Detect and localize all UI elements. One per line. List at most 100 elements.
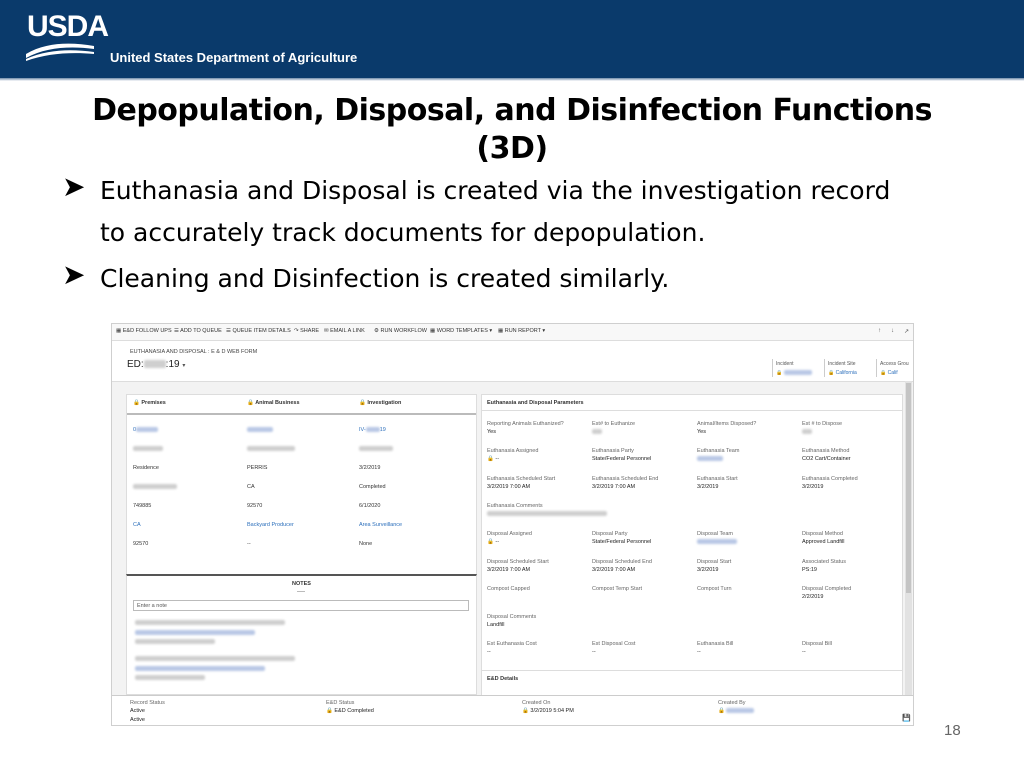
usda-logo: USDA	[27, 10, 109, 43]
save-icon[interactable]: 💾	[902, 714, 911, 722]
vertical-scrollbar[interactable]	[905, 381, 912, 695]
word-templates-button[interactable]: ▦ WORD TEMPLATES ▾	[430, 328, 492, 334]
form-selector-icon[interactable]: ▾	[182, 363, 185, 369]
slide-title-line-2: (3D)	[476, 131, 548, 166]
euthanasia-method-value[interactable]: CO2 Cart/Container	[802, 455, 851, 463]
investigation-id-link[interactable]: IV- 19	[359, 427, 386, 433]
record-id: ED::19 ▾	[127, 359, 186, 370]
run-workflow-button[interactable]: ⚙ RUN WORKFLOW	[374, 328, 427, 334]
command-toolbar: ▦ E&D FOLLOW UPS ☰ ADD TO QUEUE ☰ QUEUE …	[112, 324, 913, 341]
premises-column-header: 🔒 Premises	[133, 400, 166, 406]
record-status-extra: Active	[130, 717, 145, 723]
investigation-date: 3/2/2019	[359, 465, 381, 471]
euthanasia-bill-value[interactable]: --	[697, 648, 701, 656]
add-to-queue-button[interactable]: ☰ ADD TO QUEUE	[174, 328, 222, 334]
euthanasia-comments-value[interactable]	[487, 510, 607, 518]
share-button[interactable]: ↷ SHARE	[294, 328, 319, 334]
investigation-column-header: 🔒 Investigation	[359, 400, 402, 406]
premises-panel: 🔒 Premises 🔒 Animal Business 🔒 Investiga…	[126, 394, 477, 576]
est-euthanasia-cost-value[interactable]: --	[487, 648, 491, 656]
investigation-other: None	[359, 541, 373, 547]
disposal-start-value[interactable]: 3/2/2019	[697, 566, 718, 574]
investigation-status: Completed	[359, 484, 386, 490]
status-footer: Record Status Active Active E&D Status 🔒…	[112, 695, 913, 725]
euthanasia-start-value[interactable]: 3/2/2019	[697, 483, 718, 491]
disposal-method-value[interactable]: Approved Landfill	[802, 538, 845, 546]
usda-banner: USDA United States Department of Agricul…	[0, 0, 1024, 78]
euthanasia-scheduled-end-value[interactable]: 3/2/2019 7:00 AM	[592, 483, 635, 491]
euthanasia-assigned-value[interactable]: 🔒 --	[487, 455, 499, 463]
premises-id-link[interactable]: 0	[133, 427, 159, 433]
form-header: EUTHANASIA AND DISPOSAL : E & D WEB FORM…	[112, 341, 913, 382]
arrow-bullet-icon: ➤	[62, 170, 86, 203]
parameters-panel: Euthanasia and Disposal Parameters Repor…	[481, 394, 903, 675]
est-to-euthanize-value[interactable]	[592, 428, 602, 436]
queue-item-details-button[interactable]: ☰ QUEUE ITEM DETAILS	[226, 328, 291, 334]
note-input[interactable]: Enter a note	[133, 600, 469, 611]
business-city: PERRIS	[247, 465, 268, 471]
created-on-value: 🔒 3/2/2019 5:04 PM	[522, 708, 574, 714]
business-other: --	[247, 541, 251, 547]
est-to-dispose-value[interactable]	[802, 428, 812, 436]
ed-details-title: E&D Details	[487, 676, 519, 682]
created-by-value: 🔒	[718, 707, 755, 715]
disposal-comments-value[interactable]: Landfill	[487, 621, 504, 629]
header-field-incident-site: Incident Site 🔒 California	[828, 361, 857, 376]
page-number: 18	[944, 722, 961, 739]
form-type-label: EUTHANASIA AND DISPOSAL : E & D WEB FORM	[130, 349, 258, 355]
usda-logo-swoosh-icon	[26, 43, 94, 61]
banner-divider	[0, 78, 1024, 81]
business-zip: 92570	[247, 503, 263, 509]
scrollbar-thumb[interactable]	[906, 383, 911, 593]
run-report-button[interactable]: ▦ RUN REPORT ▾	[498, 328, 545, 334]
disposal-party-value[interactable]: State/Federal Personnel	[592, 538, 651, 546]
email-link-button[interactable]: ✉ EMAIL A LINK	[324, 328, 365, 334]
euthanasia-scheduled-start-value[interactable]: 3/2/2019 7:00 AM	[487, 483, 530, 491]
business-type[interactable]: Backyard Producer	[247, 522, 294, 528]
arrow-bullet-icon: ➤	[62, 258, 86, 291]
previous-record-icon[interactable]: ↑	[878, 328, 881, 334]
department-name: United States Department of Agriculture	[110, 50, 358, 65]
investigation-date-2: 6/1/2020	[359, 503, 381, 509]
associated-status-link[interactable]: PS:19	[802, 566, 817, 574]
disposal-team-value[interactable]	[697, 538, 737, 546]
ed-details-panel: E&D Details	[481, 670, 903, 696]
euthanasia-team-value[interactable]	[697, 455, 723, 463]
notes-panel: NOTES Enter a note	[126, 574, 477, 695]
euthanasia-party-value[interactable]: State/Federal Personnel	[592, 455, 651, 463]
premises-state[interactable]: CA	[133, 522, 141, 528]
animal-business-link[interactable]	[247, 427, 273, 433]
note-entry	[135, 656, 295, 680]
est-disposal-cost-value[interactable]: --	[592, 648, 596, 656]
animal-items-disposed-value[interactable]: Yes	[697, 428, 706, 436]
ed-web-form-screenshot: ▦ E&D FOLLOW UPS ☰ ADD TO QUEUE ☰ QUEUE …	[111, 323, 914, 726]
animal-business-column-header: 🔒 Animal Business	[247, 400, 300, 406]
record-status-value: Active	[130, 708, 145, 714]
next-record-icon[interactable]: ↓	[891, 328, 894, 334]
disposal-completed-value[interactable]: 2/2/2019	[802, 593, 823, 601]
premises-number: 749885	[133, 503, 152, 509]
bullet-text: to accurately track documents for depopu…	[100, 218, 706, 247]
slide-title: Depopulation, Disposal, and Disinfection…	[60, 92, 964, 168]
disposal-scheduled-start-value[interactable]: 3/2/2019 7:00 AM	[487, 566, 530, 574]
premises-type: Residence	[133, 465, 159, 471]
business-state: CA	[247, 484, 255, 490]
investigation-reason[interactable]: Area Surveillance	[359, 522, 402, 528]
slide-title-line-1: Depopulation, Disposal, and Disinfection…	[92, 93, 932, 128]
header-field-incident: Incident 🔒	[776, 361, 812, 376]
ed-status-value: 🔒 E&D Completed	[326, 708, 374, 714]
expand-icon[interactable]: ↗	[904, 328, 909, 335]
disposal-bill-value[interactable]: --	[802, 648, 806, 656]
note-entry	[135, 620, 285, 644]
parameters-title: Euthanasia and Disposal Parameters	[487, 400, 584, 406]
reporting-animals-euthanized-value[interactable]: Yes	[487, 428, 496, 436]
bullet-text: Cleaning and Disinfection is created sim…	[100, 264, 670, 293]
bullet-text: Euthanasia and Disposal is created via t…	[100, 176, 891, 205]
euthanasia-completed-value[interactable]: 3/2/2019	[802, 483, 823, 491]
disposal-scheduled-end-value[interactable]: 3/2/2019 7:00 AM	[592, 566, 635, 574]
disposal-assigned-value[interactable]: 🔒 --	[487, 538, 499, 546]
premises-zip: 92570	[133, 541, 149, 547]
header-field-access-group: Access Grou 🔒 Calif	[880, 361, 909, 376]
notes-title: NOTES	[292, 581, 311, 587]
ed-follow-ups-button[interactable]: ▦ E&D FOLLOW UPS	[116, 328, 172, 334]
